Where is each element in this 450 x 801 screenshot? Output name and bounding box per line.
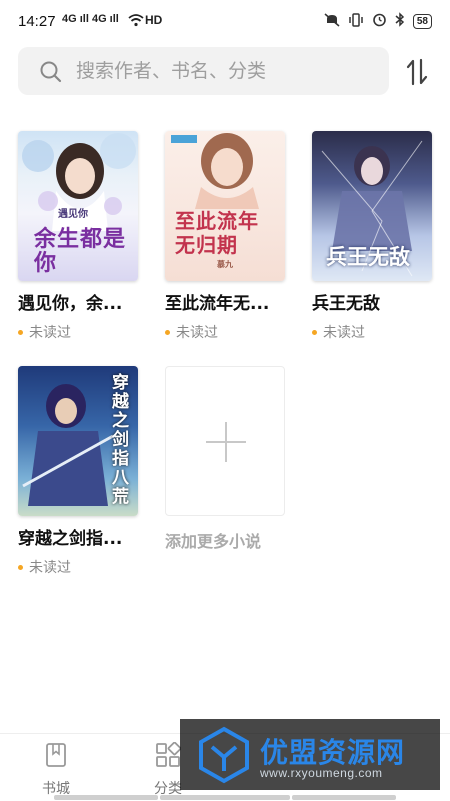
unread-dot (312, 329, 317, 335)
book-cover[interactable]: 兵王无敌 (312, 131, 432, 281)
sort-button[interactable] (403, 58, 433, 86)
cover-title: 至此流年无归期 (175, 209, 259, 257)
search-bar[interactable] (18, 47, 389, 95)
search-input[interactable] (76, 47, 376, 95)
book-title: 至此流年无... (165, 294, 270, 314)
wifi-icon (128, 12, 144, 31)
read-status: 未读过 (18, 322, 138, 342)
read-status: 未读过 (18, 557, 138, 577)
network-label: HD (145, 13, 163, 27)
plus-icon (206, 422, 246, 462)
watermark-logo-icon (199, 726, 249, 784)
home-indicator (160, 795, 290, 800)
alarm-icon (372, 12, 387, 31)
cover-subtitle: 慕九 (217, 259, 233, 269)
bluetooth-icon (395, 12, 405, 31)
book-card[interactable]: 至此流年无归期 慕九 至此流年无... 未读过 (165, 131, 285, 342)
book-card[interactable]: 兵王无敌 兵王无敌 未读过 (312, 131, 432, 342)
book-title: 穿越之剑指... (18, 529, 123, 549)
watermark-url: www.rxyoumeng.com (260, 766, 383, 780)
mute-icon (324, 12, 340, 31)
nav-item-bookstore[interactable]: 书城 (26, 742, 86, 798)
status-bar: 14:27 4G ıll 4G ıll HD 58 (0, 0, 450, 44)
add-book-button[interactable] (165, 366, 285, 516)
signal-indicator: 4G ıll 4G ıll (62, 13, 119, 25)
watermark-overlay: 优盟资源网 www.rxyoumeng.com (180, 719, 440, 790)
search-icon (40, 61, 62, 87)
book-card[interactable]: 穿越之剑指八荒 穿越之剑指... 未读过 (18, 366, 138, 577)
unread-dot (18, 329, 23, 335)
book-title: 遇见你，余... (18, 294, 123, 314)
book-cover[interactable]: 遇见你 余生都是你 (18, 131, 138, 281)
book-title: 兵王无敌 (312, 294, 380, 314)
book-cover[interactable]: 至此流年无归期 慕九 (165, 131, 285, 281)
home-indicator (54, 795, 158, 800)
cover-title: 兵王无敌 (326, 244, 410, 269)
unread-dot (165, 329, 170, 335)
book-cover[interactable]: 穿越之剑指八荒 (18, 366, 138, 516)
watermark-text: 优盟资源网 (260, 736, 406, 769)
vibrate-icon (348, 12, 364, 31)
cover-title: 穿越之剑指八荒 (112, 373, 129, 507)
sort-icon (406, 58, 428, 86)
bookmark-icon (44, 743, 68, 772)
status-time: 14:27 (18, 13, 56, 30)
unread-dot (18, 564, 23, 570)
home-indicator (292, 795, 396, 800)
add-book-card[interactable]: 添加更多小说 (165, 366, 285, 552)
add-more-label: 添加更多小说 (165, 532, 262, 551)
battery-indicator: 58 (412, 14, 432, 29)
book-card[interactable]: 遇见你 余生都是你 遇见你，余... 未读过 (18, 131, 138, 342)
grid-icon (155, 741, 182, 772)
read-status: 未读过 (312, 322, 432, 342)
cover-title: 余生都是你 (34, 226, 127, 276)
read-status: 未读过 (165, 322, 285, 342)
cover-subtitle: 遇见你 (58, 209, 88, 220)
